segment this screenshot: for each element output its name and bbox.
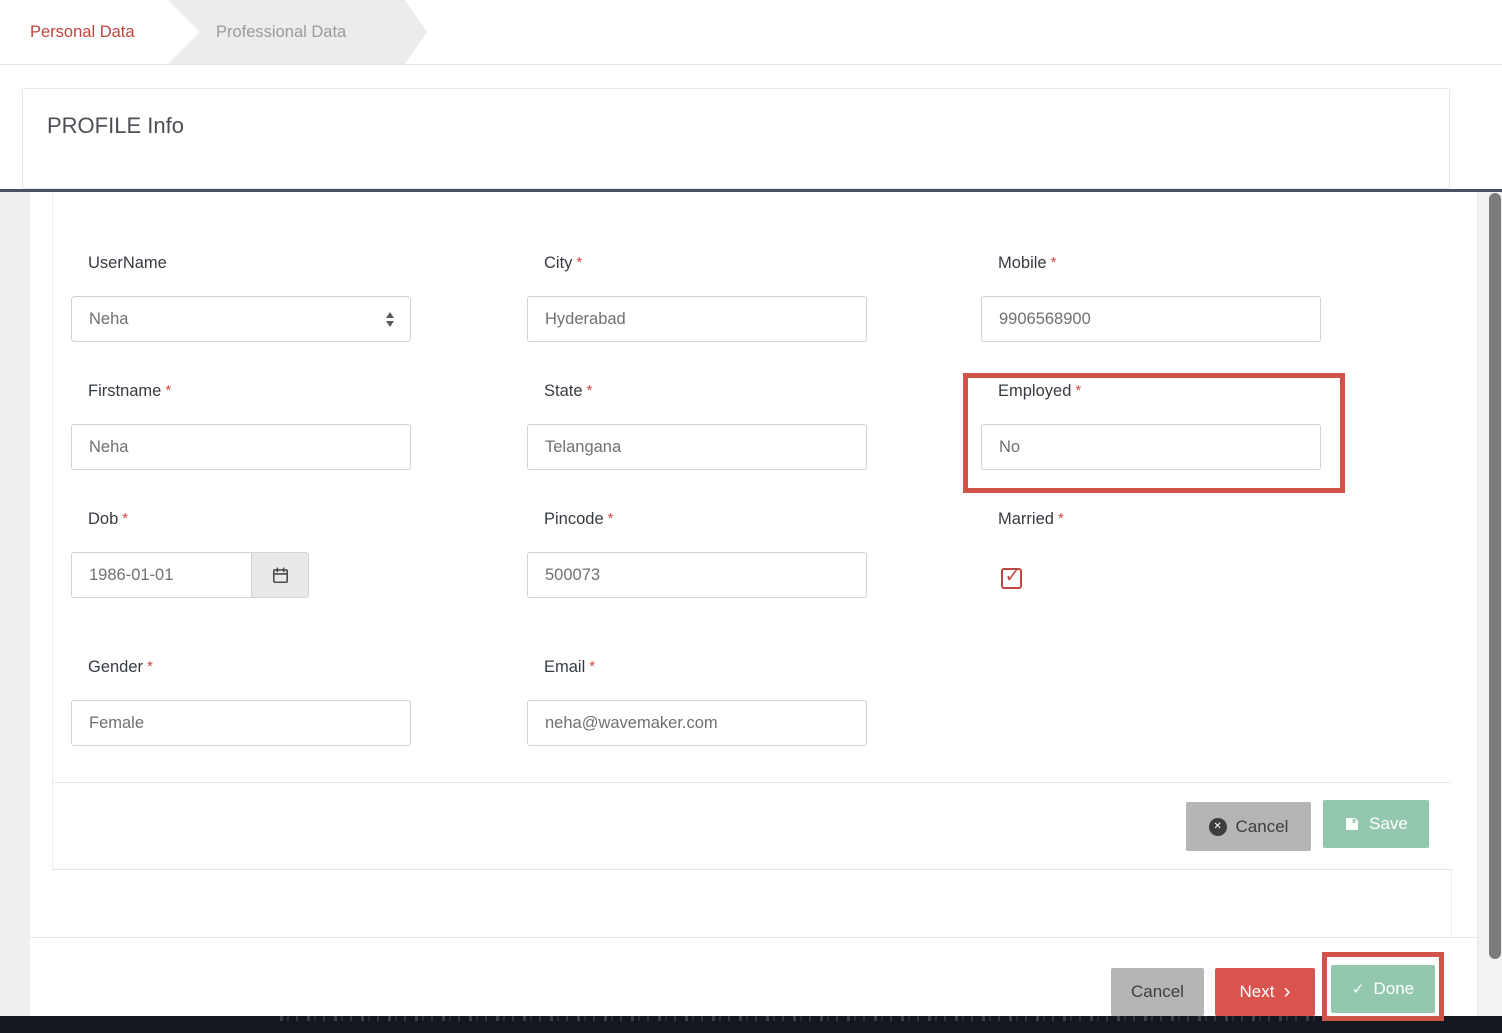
field-married: Married* ✓ <box>981 510 1064 589</box>
required-asterisk: * <box>589 658 595 675</box>
pincode-input[interactable] <box>527 552 867 598</box>
field-gender: Gender* <box>71 658 411 746</box>
cancel-circle-x-icon: ✕ <box>1209 818 1227 836</box>
wizard-done-label: Done <box>1373 979 1414 999</box>
field-pincode: Pincode* <box>527 510 867 598</box>
field-city: City* <box>527 254 867 342</box>
email-input[interactable] <box>527 700 867 746</box>
username-value: Neha <box>89 310 128 329</box>
field-email: Email* <box>527 658 867 746</box>
tab-personal-data[interactable]: Personal Data <box>30 0 135 64</box>
calendar-icon <box>271 566 290 585</box>
bottom-terminal-bar <box>0 1016 1502 1033</box>
required-asterisk: * <box>165 382 171 399</box>
form-save-button[interactable]: Save <box>1323 800 1429 848</box>
employed-input[interactable] <box>981 424 1321 470</box>
city-label: City* <box>544 254 867 274</box>
page-title: PROFILE Info <box>47 113 1449 139</box>
dob-input[interactable] <box>71 552 251 598</box>
field-firstname: Firstname* <box>71 382 411 470</box>
profile-info-card: PROFILE Info <box>22 88 1450 189</box>
wizard-cancel-label: Cancel <box>1131 982 1184 1002</box>
state-input[interactable] <box>527 424 867 470</box>
username-select[interactable]: Neha <box>71 296 411 342</box>
field-state: State* <box>527 382 867 470</box>
form-cancel-label: Cancel <box>1236 817 1289 837</box>
mobile-label: Mobile* <box>998 254 1321 274</box>
email-label: Email* <box>544 658 867 678</box>
save-floppy-icon <box>1344 816 1360 832</box>
city-input[interactable] <box>527 296 867 342</box>
firstname-label: Firstname* <box>88 382 411 402</box>
mobile-input[interactable] <box>981 296 1321 342</box>
required-asterisk: * <box>587 382 593 399</box>
required-asterisk: * <box>122 510 128 527</box>
required-asterisk: * <box>576 254 582 271</box>
profile-wizard-screen: Personal Data Professional Data PROFILE … <box>0 0 1502 1033</box>
dob-input-group <box>71 552 309 598</box>
field-employed: Employed* <box>981 382 1321 470</box>
clipped-text-artifacts <box>280 1016 1430 1021</box>
left-page-gutter <box>0 192 30 1016</box>
required-asterisk: * <box>1058 510 1064 527</box>
dob-label: Dob* <box>88 510 309 530</box>
pincode-label: Pincode* <box>544 510 867 530</box>
field-dob: Dob* <box>71 510 309 598</box>
field-username: UserName Neha <box>71 254 411 342</box>
datepicker-button[interactable] <box>251 552 309 598</box>
required-asterisk: * <box>1051 254 1057 271</box>
panel-footer-divider <box>53 782 1451 783</box>
wizard-done-button[interactable]: ✓ Done <box>1331 965 1435 1013</box>
tab-professional-data[interactable]: Professional Data <box>168 0 427 64</box>
state-label: State* <box>544 382 867 402</box>
done-check-icon: ✓ <box>1352 982 1365 997</box>
required-asterisk: * <box>147 658 153 675</box>
married-checkbox[interactable]: ✓ <box>1001 568 1022 589</box>
scrollbar-thumb[interactable] <box>1489 193 1501 959</box>
married-label: Married* <box>998 510 1064 530</box>
username-label: UserName <box>88 254 411 274</box>
form-save-label: Save <box>1369 814 1408 834</box>
gender-input[interactable] <box>71 700 411 746</box>
checkmark-icon: ✓ <box>1005 567 1021 586</box>
firstname-input[interactable] <box>71 424 411 470</box>
required-asterisk: * <box>608 510 614 527</box>
wizard-cancel-button[interactable]: Cancel <box>1111 968 1204 1016</box>
employed-label: Employed* <box>998 382 1321 402</box>
wizard-next-label: Next <box>1240 982 1275 1002</box>
form-cancel-button[interactable]: ✕ Cancel <box>1186 802 1311 851</box>
select-caret-icon <box>386 312 394 327</box>
page-footer-divider <box>30 937 1477 938</box>
wizard-next-button[interactable]: Next › <box>1215 968 1315 1016</box>
gender-label: Gender* <box>88 658 411 678</box>
wizard-step-bar: Personal Data Professional Data <box>0 0 1502 65</box>
required-asterisk: * <box>1075 382 1081 399</box>
chevron-right-icon: › <box>1283 981 1290 1002</box>
field-mobile: Mobile* <box>981 254 1321 342</box>
